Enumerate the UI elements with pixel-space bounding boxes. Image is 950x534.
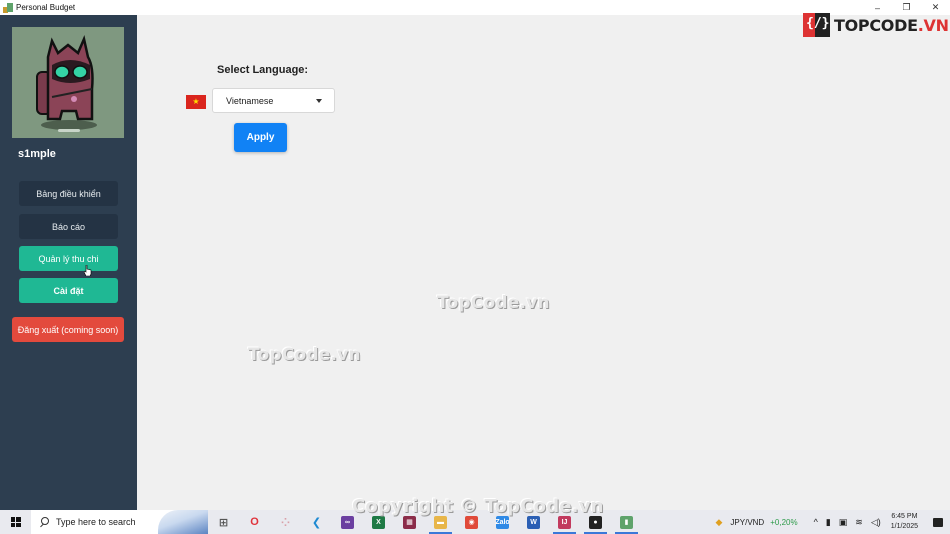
winrar-icon: ▦: [403, 515, 416, 529]
app-generic-icon: ⁘: [280, 516, 291, 529]
opera-icon: O: [250, 516, 259, 528]
sidebar-item-reports[interactable]: Báo cáo: [19, 214, 118, 239]
personal-budget-icon: ▮: [620, 515, 633, 529]
chrome-icon: ◉: [465, 515, 478, 529]
taskbar-search[interactable]: Type here to search: [31, 510, 208, 534]
intellij-icon: IJ: [558, 515, 571, 529]
currency-pair[interactable]: JPY/VND: [730, 518, 764, 527]
sidebar-item-settings[interactable]: Cài đặt: [19, 278, 118, 303]
system-tray: ◆ JPY/VND +0,20% ^ ▮ ▣ ≋ ◁) 6:45 PM 1/1/…: [712, 510, 950, 534]
avatar-character-icon: [36, 34, 97, 132]
excel-icon: X: [372, 515, 385, 529]
mouse-cursor-icon: [84, 265, 92, 276]
language-select-value: Vietnamese: [226, 95, 274, 106]
language-select[interactable]: Vietnamese: [212, 88, 335, 113]
vietnam-flag-icon: ★: [186, 95, 206, 109]
visual-studio-icon: ∞: [341, 515, 354, 529]
taskbar-app-personal-budget[interactable]: ▮: [611, 510, 642, 534]
topcode-logo-text: TOPCODE: [834, 15, 918, 35]
app-icon: [3, 2, 13, 13]
notifications-button[interactable]: [926, 510, 950, 534]
copyright-watermark: Copyright © TopCode.vn: [352, 496, 604, 517]
currency-widget-icon[interactable]: ◆: [716, 517, 723, 528]
clock-time: 6:45 PM: [891, 513, 918, 520]
select-language-label: Select Language:: [217, 64, 309, 76]
monitor-icon[interactable]: ▣: [839, 517, 848, 528]
username: s1mple: [18, 148, 56, 160]
avatar: [12, 27, 124, 138]
taskbar-app-vscode[interactable]: ❮: [301, 510, 332, 534]
logout-button[interactable]: Đăng xuất (coming soon): [12, 317, 124, 342]
clock[interactable]: 6:45 PM 1/1/2025: [891, 512, 918, 532]
chevron-up-icon[interactable]: ^: [814, 517, 818, 527]
search-highlight-image: [158, 510, 208, 534]
window-title: Personal Budget: [16, 3, 76, 12]
search-placeholder: Type here to search: [56, 517, 136, 527]
settings-panel: Select Language: ★ Vietnamese Apply: [137, 15, 950, 510]
sidebar-item-income-expense[interactable]: Quản lý thu chi: [19, 246, 118, 271]
task-view-icon: ⊞: [218, 516, 229, 529]
vscode-icon: ❮: [311, 516, 322, 529]
taskbar-app-opera[interactable]: O: [239, 510, 270, 534]
microphone-icon[interactable]: ▮: [826, 517, 831, 528]
topcode-logo-mark-icon: {/}: [803, 13, 830, 37]
watermark: TopCode.vn: [437, 293, 550, 313]
currency-change: +0,20%: [770, 517, 798, 527]
zalo-icon: Zalo: [495, 515, 510, 529]
topcode-logo-suffix: .VN: [917, 15, 949, 35]
sidebar-item-dashboard[interactable]: Bảng điều khiển: [19, 181, 118, 206]
media-app-icon: ●: [589, 515, 602, 529]
clock-date: 1/1/2025: [890, 523, 918, 530]
notification-icon: [933, 517, 943, 527]
windows-logo-icon: [10, 517, 21, 527]
speaker-icon[interactable]: ◁): [871, 517, 881, 528]
chevron-down-icon: [316, 99, 322, 103]
wifi-icon[interactable]: ≋: [855, 517, 863, 528]
taskbar-app-app-generic[interactable]: ⁘: [270, 510, 301, 534]
taskbar-app-task-view[interactable]: ⊞: [208, 510, 239, 534]
sidebar: s1mple Bảng điều khiển Báo cáo Quản lý t…: [0, 15, 137, 510]
watermark: TopCode.vn: [248, 345, 361, 365]
start-button[interactable]: [0, 510, 31, 534]
topcode-logo: {/} TOPCODE.VN: [803, 13, 949, 37]
file-explorer-icon: ▬: [434, 515, 447, 529]
word-icon: W: [527, 515, 540, 529]
apply-button[interactable]: Apply: [234, 123, 287, 152]
search-icon: [39, 517, 49, 527]
